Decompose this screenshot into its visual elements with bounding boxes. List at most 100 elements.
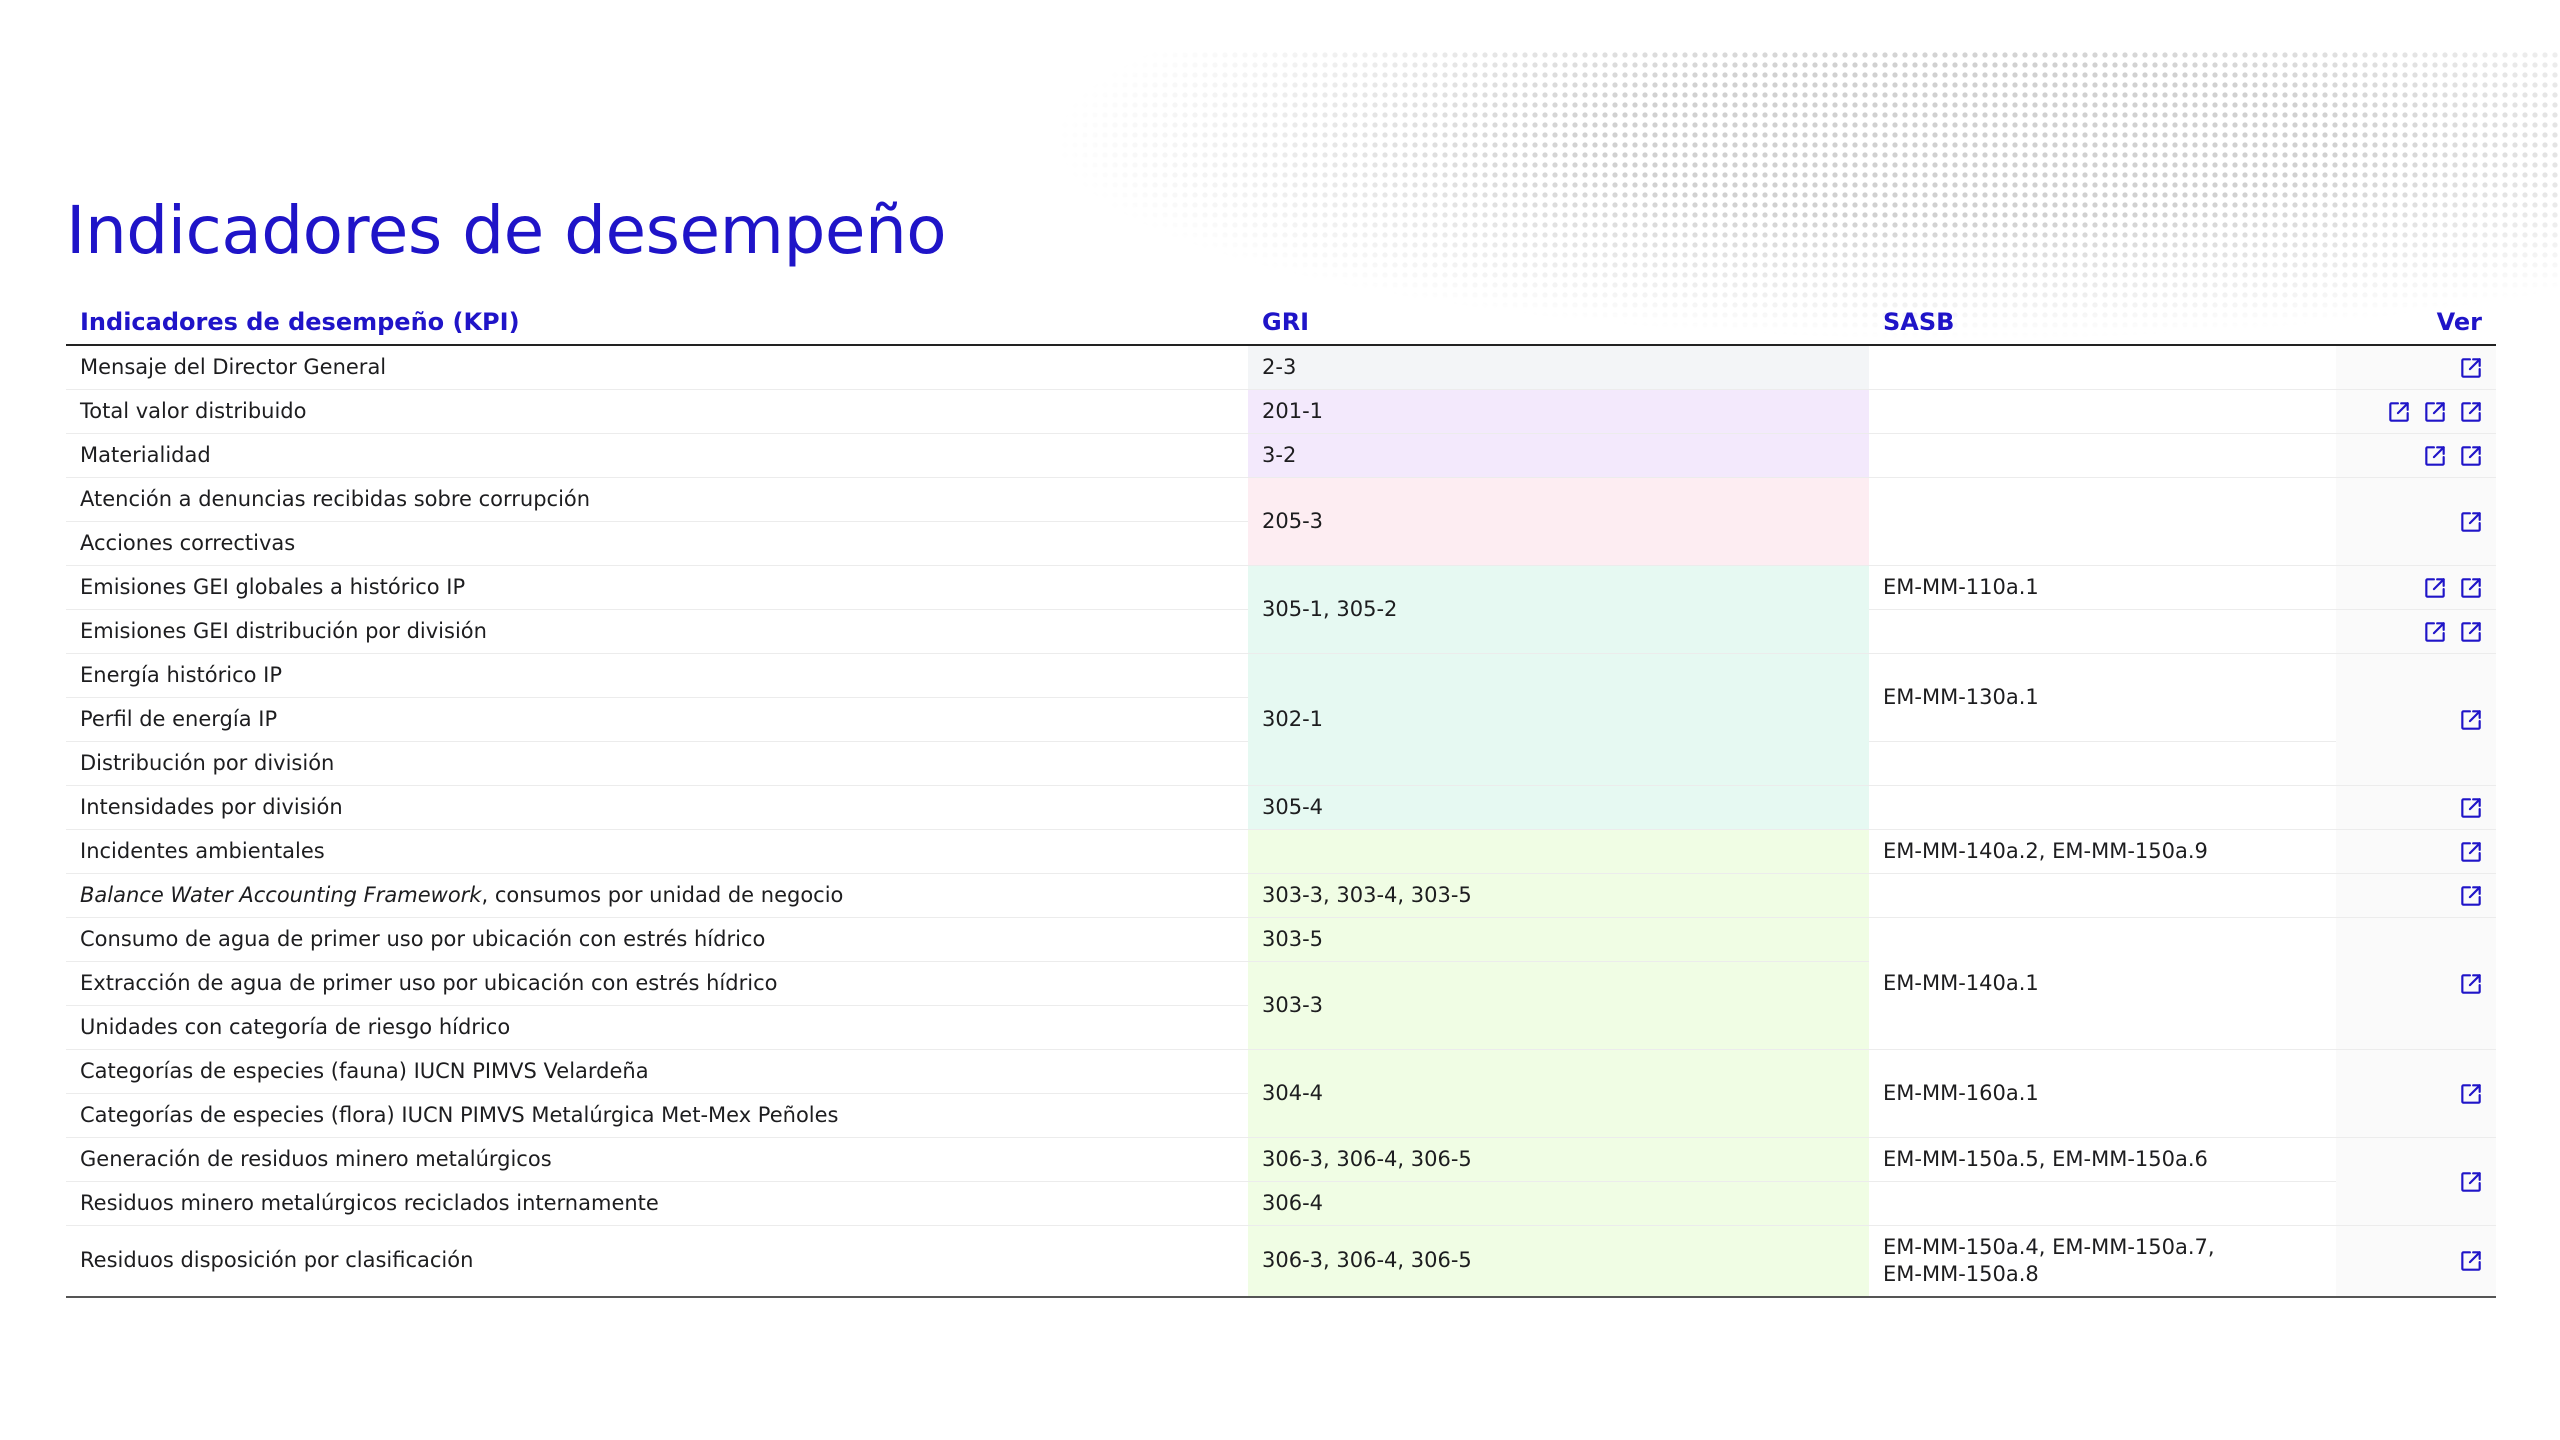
ver-cell: [2336, 565, 2496, 610]
external-link-icon[interactable]: [2422, 619, 2448, 645]
kpi-cell: Mensaje del Director General: [66, 345, 1248, 390]
external-link-icon[interactable]: [2458, 795, 2484, 821]
ver-cell: [2336, 1137, 2496, 1226]
sasb-cell: EM-MM-160a.1: [1869, 1049, 2336, 1138]
kpi-cell: Emisiones GEI distribución por división: [66, 609, 1248, 654]
table-row: Categorías de especies (fauna) IUCN PIMV…: [66, 1049, 2496, 1138]
gri-cell: 205-3: [1248, 477, 1869, 566]
kpi-cell: Energía histórico IP: [66, 653, 1248, 698]
table-row: Balance Water Accounting Framework, cons…: [66, 873, 2496, 918]
external-link-icon[interactable]: [2458, 707, 2484, 733]
sasb-cell: [1869, 345, 2336, 390]
external-link-icon[interactable]: [2458, 839, 2484, 865]
ver-cell: [2336, 873, 2496, 918]
kpi-text: , consumos por unidad de negocio: [481, 882, 844, 907]
external-link-icon[interactable]: [2386, 399, 2412, 425]
kpi-cell: Residuos minero metalúrgicos reciclados …: [66, 1181, 1248, 1226]
gri-cell: [1248, 829, 1869, 874]
sasb-cell: EM-MM-150a.5, EM-MM-150a.6: [1869, 1137, 2336, 1182]
sasb-cell: EM-MM-140a.2, EM-MM-150a.9: [1869, 829, 2336, 874]
gri-cell: 303-3: [1248, 961, 1869, 1050]
sasb-cell: EM-MM-150a.4, EM-MM-150a.7, EM-MM-150a.8: [1869, 1225, 2336, 1298]
external-link-icon[interactable]: [2458, 1248, 2484, 1274]
sasb-line: EM-MM-150a.4, EM-MM-150a.7,: [1883, 1234, 2215, 1259]
external-link-icon[interactable]: [2458, 971, 2484, 997]
gri-cell: 303-3, 303-4, 303-5: [1248, 873, 1869, 918]
ver-cell: [2336, 785, 2496, 830]
ver-cell: [2336, 917, 2496, 1050]
external-link-icon[interactable]: [2458, 399, 2484, 425]
sasb-cell: EM-MM-140a.1: [1869, 917, 2336, 1050]
ver-cell: [2336, 1225, 2496, 1298]
gri-cell: 3-2: [1248, 433, 1869, 478]
external-link-icon[interactable]: [2458, 355, 2484, 381]
table-row: Mensaje del Director General 2-3: [66, 345, 2496, 390]
sasb-cell: [1869, 785, 2336, 830]
kpi-cell: Unidades con categoría de riesgo hídrico: [66, 1005, 1248, 1050]
external-link-icon[interactable]: [2422, 443, 2448, 469]
table-row: Generación de residuos minero metalúrgic…: [66, 1137, 2496, 1226]
sasb-cell: [1869, 433, 2336, 478]
kpi-cell: Incidentes ambientales: [66, 829, 1248, 874]
page-title: Indicadores de desempeño: [66, 192, 947, 269]
external-link-icon[interactable]: [2458, 443, 2484, 469]
table-row: Intensidades por división 305-4: [66, 785, 2496, 830]
kpi-italic-text: Balance Water Accounting Framework: [80, 882, 482, 907]
kpi-cell: Distribución por división: [66, 741, 1248, 786]
kpi-cell: Total valor distribuido: [66, 389, 1248, 434]
sasb-line: EM-MM-150a.8: [1883, 1261, 2039, 1286]
sasb-cell: [1869, 741, 2336, 786]
table-row: Residuos disposición por clasificación 3…: [66, 1225, 2496, 1298]
kpi-cell: Intensidades por división: [66, 785, 1248, 830]
external-link-icon[interactable]: [2458, 619, 2484, 645]
gri-cell: 306-4: [1248, 1181, 1869, 1226]
table-header-row: Indicadores de desempeño (KPI) GRI SASB …: [66, 300, 2496, 346]
external-link-icon[interactable]: [2422, 399, 2448, 425]
kpi-cell: Balance Water Accounting Framework, cons…: [66, 873, 1248, 918]
table-row: Consumo de agua de primer uso por ubicac…: [66, 917, 2496, 1050]
kpi-cell: Categorías de especies (fauna) IUCN PIMV…: [66, 1049, 1248, 1094]
header-ver: Ver: [2336, 300, 2496, 346]
external-link-icon[interactable]: [2422, 575, 2448, 601]
ver-cell: [2336, 653, 2496, 786]
external-link-icon[interactable]: [2458, 509, 2484, 535]
external-link-icon[interactable]: [2458, 1081, 2484, 1107]
ver-cell: [2336, 477, 2496, 566]
ver-cell: [2336, 433, 2496, 478]
kpi-cell: Perfil de energía IP: [66, 697, 1248, 742]
gri-cell: 303-5: [1248, 917, 1869, 962]
kpi-cell: Materialidad: [66, 433, 1248, 478]
ver-cell: [2336, 389, 2496, 434]
table-row: Total valor distribuido 201-1: [66, 389, 2496, 434]
table-row: Energía histórico IP 302-1 EM-MM-130a.1: [66, 653, 2496, 786]
gri-cell: 304-4: [1248, 1049, 1869, 1138]
kpi-cell: Categorías de especies (flora) IUCN PIMV…: [66, 1093, 1248, 1138]
kpi-cell: Acciones correctivas: [66, 521, 1248, 566]
sasb-cell: [1869, 873, 2336, 918]
gri-cell: 306-3, 306-4, 306-5: [1248, 1225, 1869, 1298]
gri-cell: 201-1: [1248, 389, 1869, 434]
table-row: Materialidad 3-2: [66, 433, 2496, 478]
header-gri: GRI: [1248, 300, 1869, 346]
gri-cell: 306-3, 306-4, 306-5: [1248, 1137, 1869, 1182]
external-link-icon[interactable]: [2458, 575, 2484, 601]
ver-cell: [2336, 829, 2496, 874]
external-link-icon[interactable]: [2458, 883, 2484, 909]
table-row: Incidentes ambientales EM-MM-140a.2, EM-…: [66, 829, 2496, 874]
external-link-icon[interactable]: [2458, 1169, 2484, 1195]
gri-cell: 305-1, 305-2: [1248, 565, 1869, 654]
ver-cell: [2336, 345, 2496, 390]
table-row: Atención a denuncias recibidas sobre cor…: [66, 477, 2496, 566]
kpi-cell: Residuos disposición por clasificación: [66, 1225, 1248, 1298]
gri-cell: 302-1: [1248, 653, 1869, 786]
sasb-cell: [1869, 609, 2336, 654]
ver-cell: [2336, 1049, 2496, 1138]
table-row: Emisiones GEI globales a histórico IP 30…: [66, 565, 2496, 654]
kpi-cell: Emisiones GEI globales a histórico IP: [66, 565, 1248, 610]
header-kpi: Indicadores de desempeño (KPI): [66, 300, 1248, 346]
sasb-cell: EM-MM-130a.1: [1869, 653, 2336, 742]
gri-cell: 305-4: [1248, 785, 1869, 830]
kpi-cell: Generación de residuos minero metalúrgic…: [66, 1137, 1248, 1182]
sasb-cell: [1869, 1181, 2336, 1226]
kpi-cell: Extracción de agua de primer uso por ubi…: [66, 961, 1248, 1006]
